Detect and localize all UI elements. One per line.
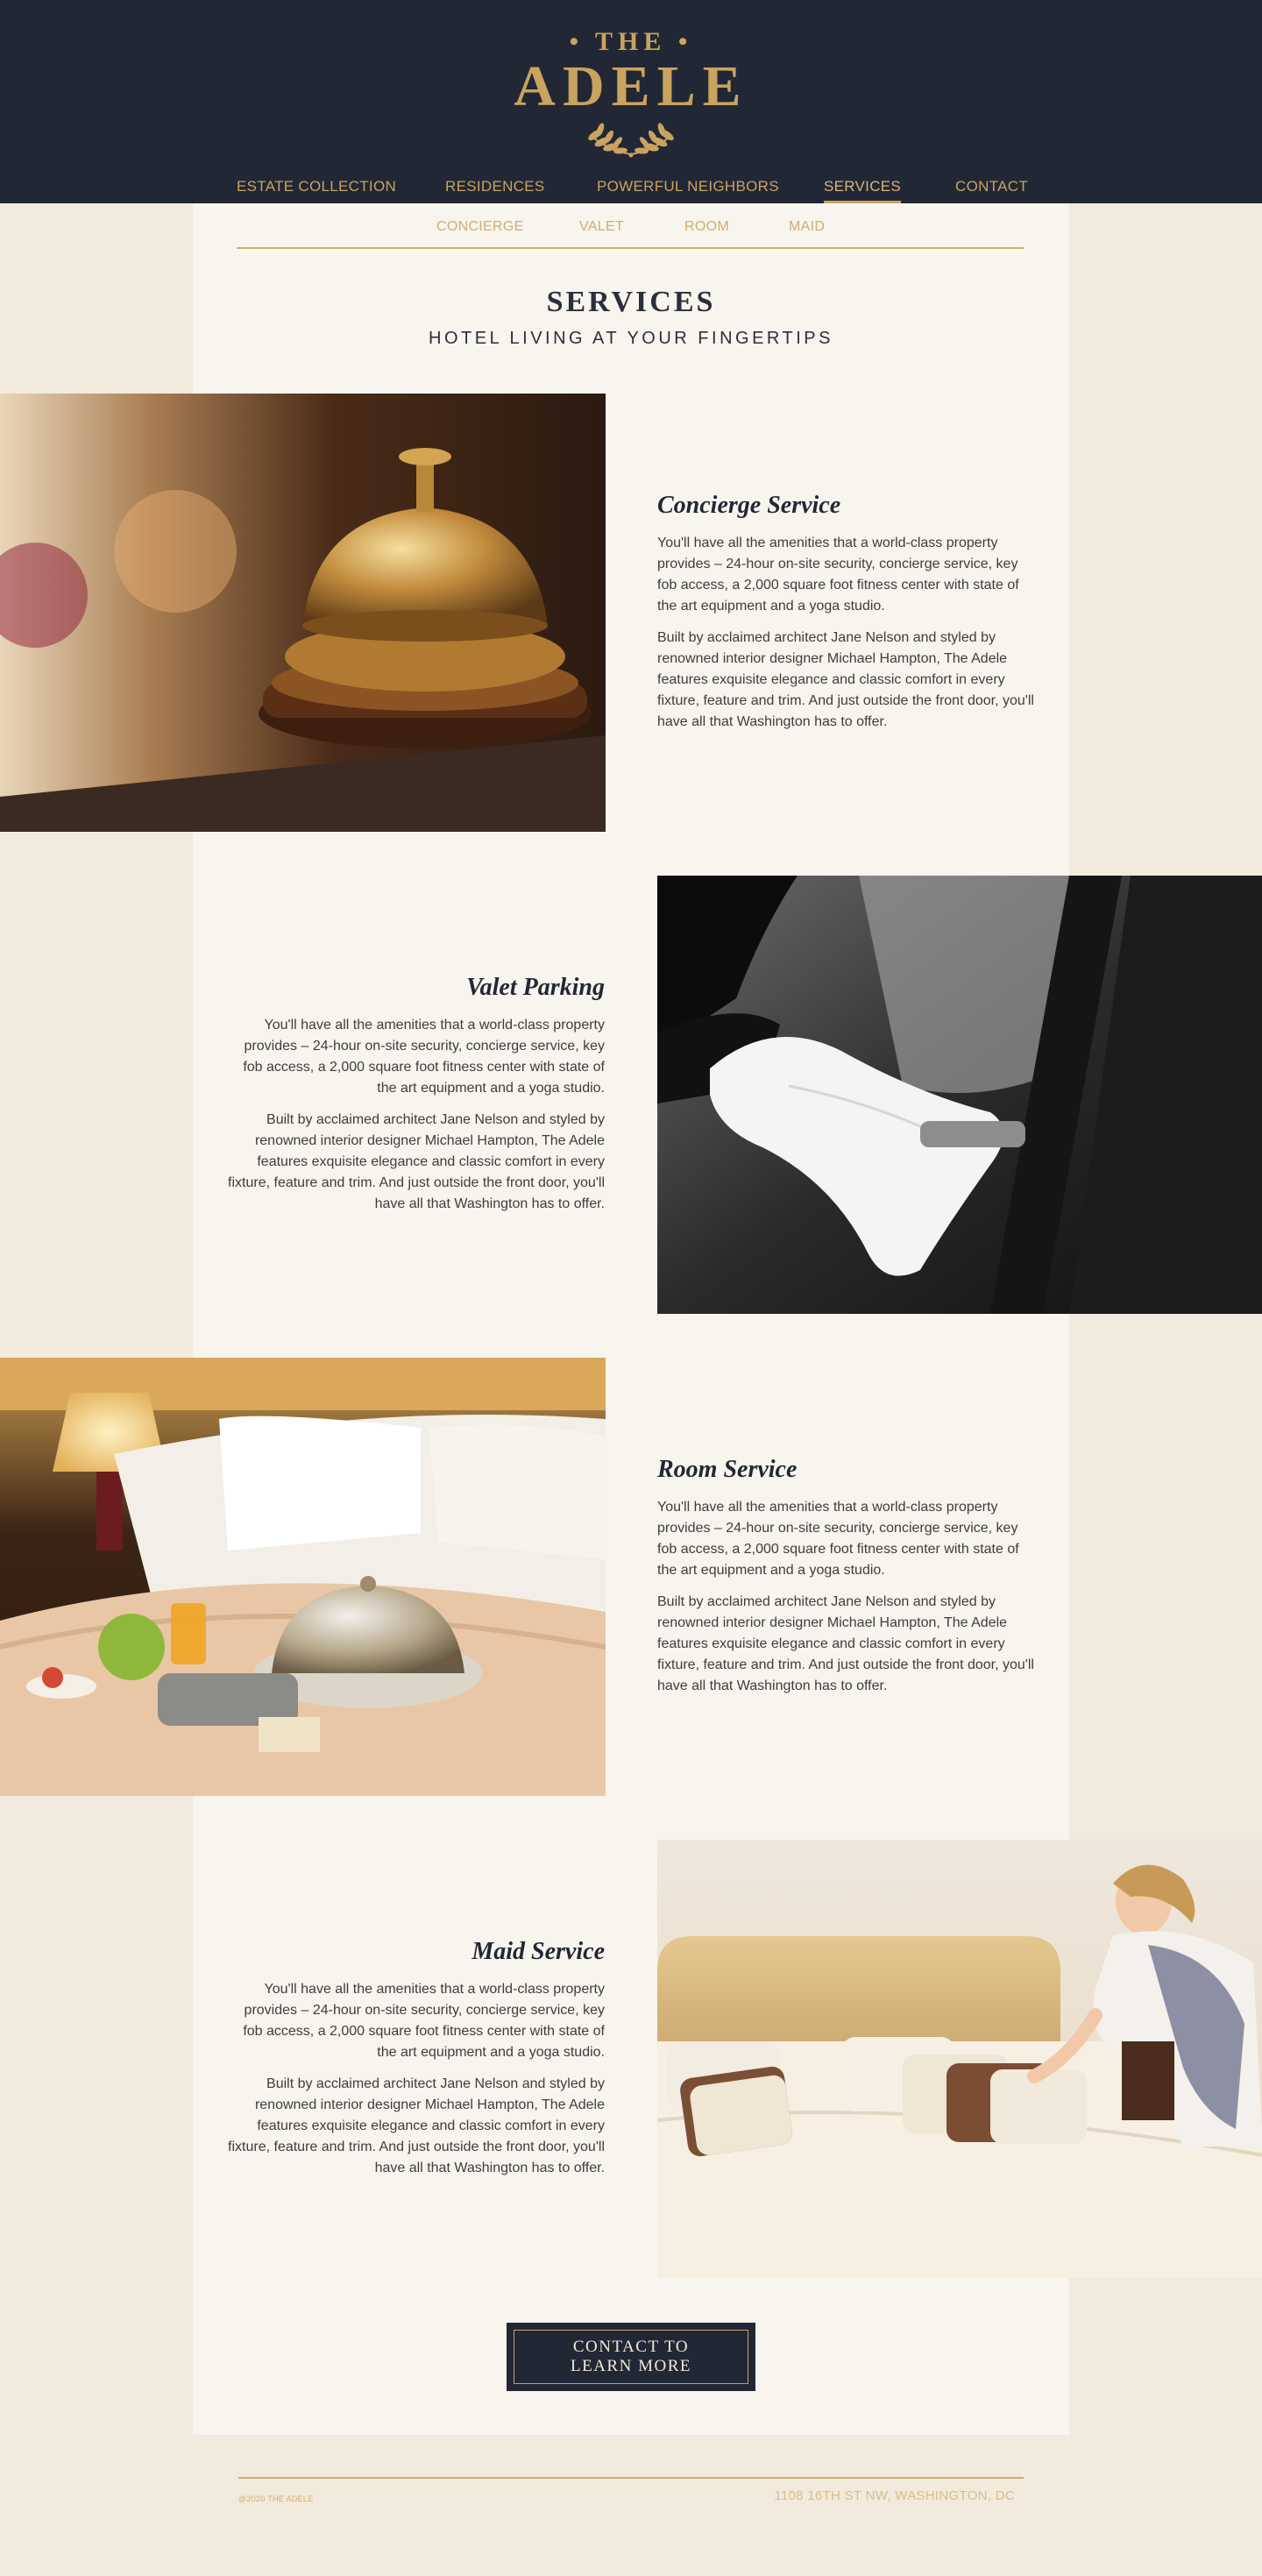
services-subnav: CONCIERGE VALET ROOM MAID [0,219,1262,237]
room-service-paragraph-1: You'll have all the amenities that a wor… [657,1500,1019,1578]
contact-cta-frame: CONTACT TO LEARN MORE [514,2330,748,2384]
maid-paragraph-1: You'll have all the amenities that a wor… [243,1982,605,2060]
room-service-title: Room Service [657,1456,798,1483]
concierge-bell-photo [0,394,606,832]
cta-line-1: CONTACT TO [572,2338,690,2356]
valet-text: Valet Parking You'll have all the amenit… [228,973,605,1225]
maid-text: Maid Service You'll have all the ameniti… [228,1937,605,2189]
subnav-item-valet[interactable]: VALET [579,219,624,235]
concierge-text: Concierge Service You'll have all the am… [657,491,1034,743]
footer-address: 1108 16TH ST NW, WASHINGTON, DC [774,2488,1015,2503]
valet-gloved-hand-photo [657,876,1262,1314]
site-header: • THE • ADELE ESTATE COLLECTION RESIDENC… [0,0,1262,203]
room-service-tray-photo [0,1358,606,1796]
laurel-wreath-icon [588,123,674,158]
subnav-item-maid[interactable]: MAID [789,219,825,235]
subnav-divider [237,247,1024,249]
concierge-paragraph-1: You'll have all the amenities that a wor… [657,536,1019,614]
cta-line-2: LEARN MORE [571,2357,691,2375]
logo[interactable]: • THE • ADELE [0,26,1262,160]
nav-item-estate-collection[interactable]: ESTATE COLLECTION [237,178,396,201]
footer-divider [238,2477,1024,2479]
nav-item-powerful-neighbors[interactable]: POWERFUL NEIGHBORS [597,178,779,201]
nav-item-residences[interactable]: RESIDENCES [445,178,545,201]
nav-item-services[interactable]: SERVICES [824,178,902,203]
concierge-title: Concierge Service [657,492,841,519]
subnav-item-concierge[interactable]: CONCIERGE [436,219,524,235]
valet-paragraph-2: Built by acclaimed architect Jane Nelson… [228,1112,605,1211]
valet-paragraph-1: You'll have all the amenities that a wor… [243,1018,605,1096]
maid-paragraph-2: Built by acclaimed architect Jane Nelson… [228,2076,605,2175]
maid-making-bed-photo [657,1840,1262,2278]
page-title: SERVICES [546,286,716,318]
footer-copyright: @2020 THE ADELE [238,2494,314,2503]
room-service-text: Room Service You'll have all the ameniti… [657,1455,1034,1707]
maid-title: Maid Service [471,1938,605,1965]
logo-the: • THE • [569,27,693,56]
subnav-item-room[interactable]: ROOM [684,219,729,235]
page-subtitle: HOTEL LIVING AT YOUR FINGERTIPS [429,329,833,348]
logo-name: ADELE [514,54,748,118]
contact-cta-button[interactable]: CONTACT TO LEARN MORE [507,2323,755,2391]
nav-item-contact[interactable]: CONTACT [955,178,1028,201]
concierge-paragraph-2: Built by acclaimed architect Jane Nelson… [657,630,1034,729]
valet-title: Valet Parking [466,974,605,1001]
room-service-paragraph-2: Built by acclaimed architect Jane Nelson… [657,1594,1034,1693]
